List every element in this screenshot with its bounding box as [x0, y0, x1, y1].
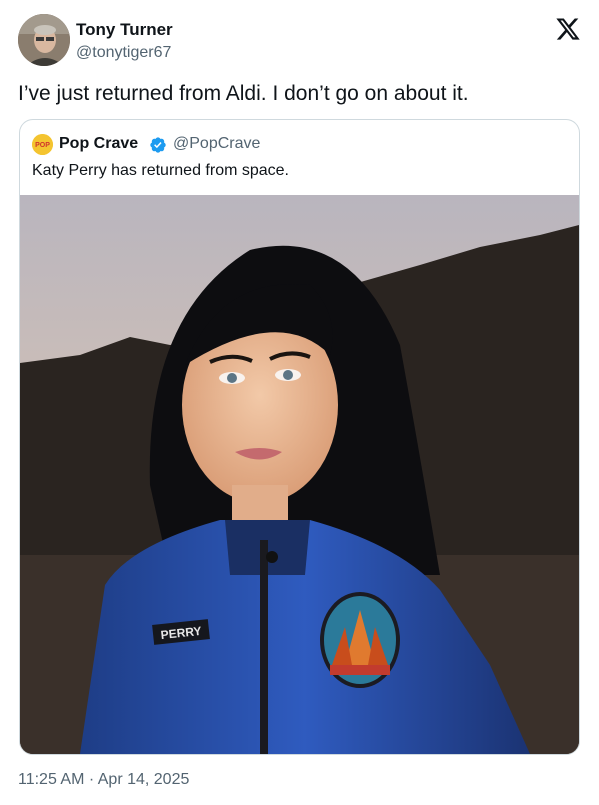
quoted-tweet-header: POP Pop Crave @PopCrave	[32, 134, 572, 156]
quoted-tweet[interactable]: POP Pop Crave @PopCrave Katy Perry has r…	[19, 119, 580, 755]
verified-badge-icon	[149, 136, 167, 154]
tweet-timestamp[interactable]: 11:25 AM · Apr 14, 2025	[18, 771, 189, 789]
tweet-card: Tony Turner @tonytiger67 I’ve just retur…	[0, 0, 599, 805]
author-avatar[interactable]	[18, 14, 70, 66]
tweet-header: Tony Turner @tonytiger67	[18, 14, 583, 68]
author-handle[interactable]: @tonytiger67	[76, 44, 171, 62]
tweet-text: I’ve just returned from Aldi. I don’t go…	[18, 82, 469, 105]
quoted-author-avatar[interactable]: POP	[32, 134, 53, 155]
quoted-author-name[interactable]: Pop Crave	[59, 135, 138, 153]
author-name[interactable]: Tony Turner	[76, 20, 173, 40]
pop-logo-text: POP	[35, 142, 50, 149]
quoted-author-handle[interactable]: @PopCrave	[173, 135, 260, 153]
x-logo-icon[interactable]	[555, 16, 581, 42]
quoted-tweet-text: Katy Perry has returned from space.	[32, 162, 289, 179]
quoted-tweet-photo[interactable]: PERRY	[20, 195, 579, 754]
